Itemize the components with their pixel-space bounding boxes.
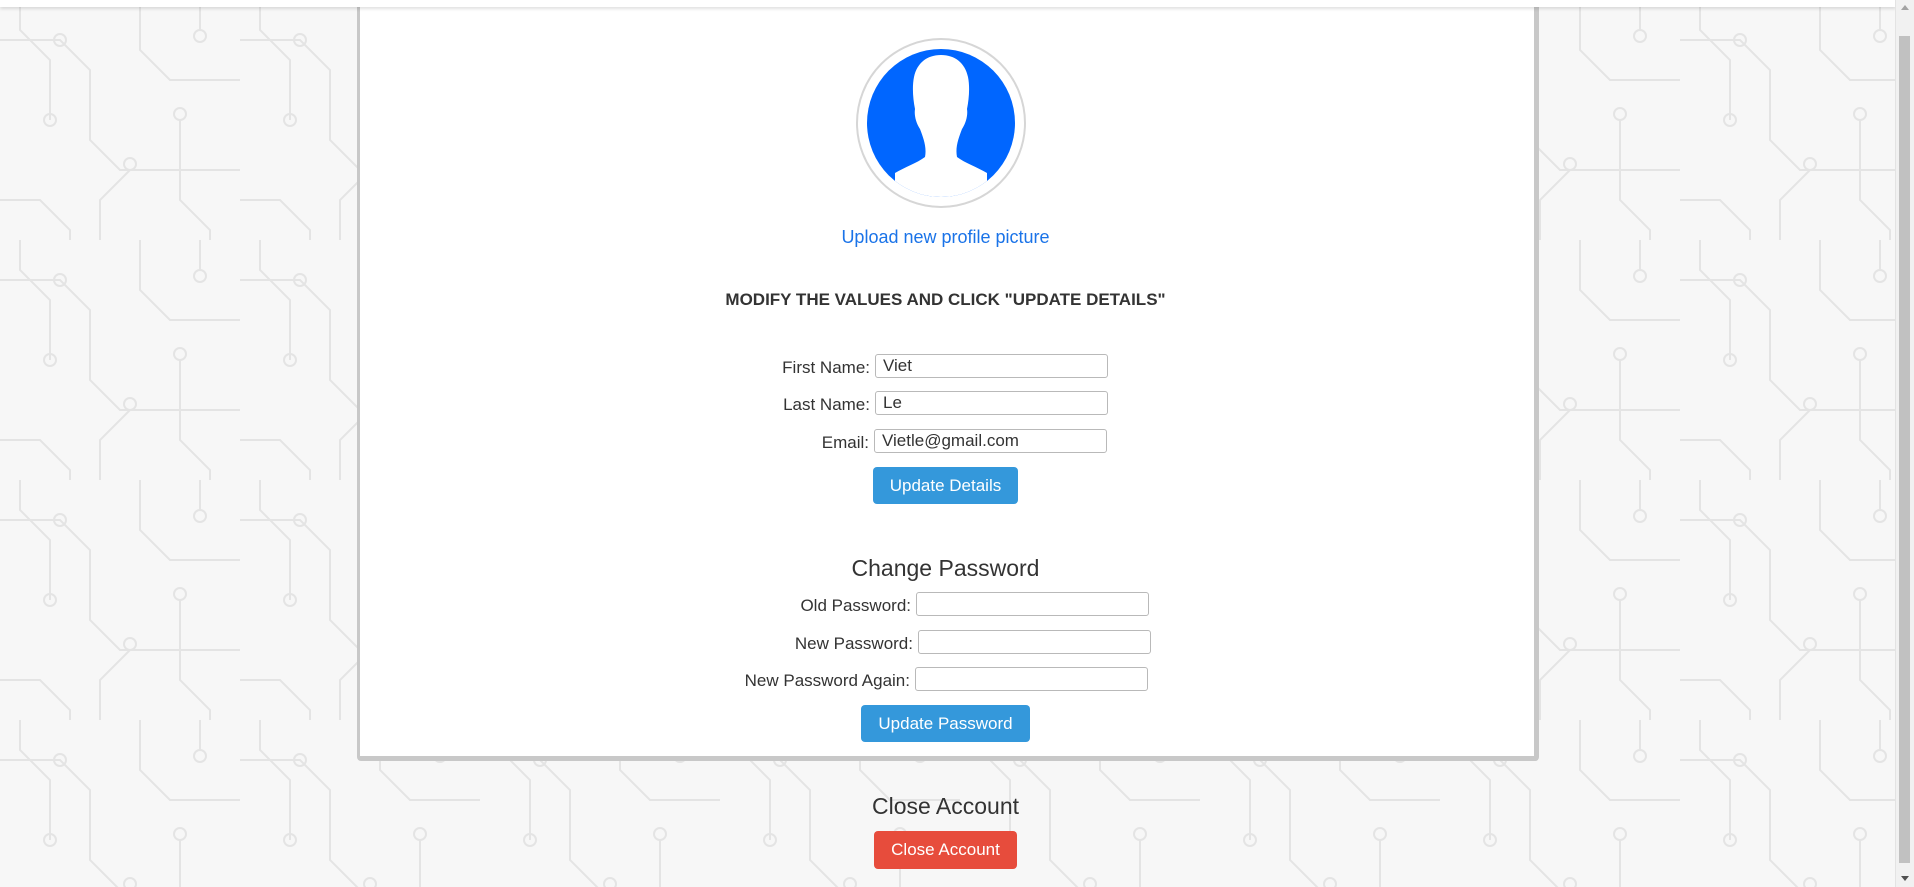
scroll-up-arrow-icon[interactable] [1901, 5, 1909, 10]
close-account-button[interactable]: Close Account [874, 831, 1017, 869]
last-name-label: Last Name: [783, 395, 870, 414]
new-password-again-row: New Password Again: [0, 667, 1891, 693]
new-password-field[interactable] [918, 630, 1151, 654]
last-name-field[interactable] [875, 391, 1108, 415]
email-field[interactable] [874, 429, 1107, 453]
old-password-field[interactable] [916, 592, 1149, 616]
form-instructions: MODIFY THE VALUES AND CLICK "UPDATE DETA… [725, 290, 1166, 309]
first-name-label: First Name: [782, 358, 870, 377]
profile-avatar [856, 38, 1026, 208]
change-password-heading: Change Password [851, 555, 1040, 581]
first-name-row: First Name: [0, 354, 1891, 380]
top-navigation-bar [0, 0, 1896, 7]
new-password-label: New Password: [794, 634, 913, 653]
scroll-down-arrow-icon[interactable] [1901, 876, 1909, 881]
close-account-heading: Close Account [871, 793, 1020, 819]
update-password-button[interactable]: Update Password [861, 705, 1030, 742]
new-password-again-label: New Password Again: [744, 671, 910, 690]
vertical-scrollbar[interactable] [1895, 0, 1914, 887]
new-password-row: New Password: [0, 630, 1891, 656]
email-label: Email: [821, 433, 869, 452]
email-row: Email: [0, 429, 1891, 455]
upload-profile-picture-link[interactable]: Upload new profile picture [0, 227, 1891, 248]
last-name-row: Last Name: [0, 391, 1891, 417]
old-password-row: Old Password: [0, 592, 1891, 618]
first-name-field[interactable] [875, 354, 1108, 378]
new-password-again-field[interactable] [915, 667, 1148, 691]
scrollbar-thumb[interactable] [1899, 36, 1910, 863]
person-silhouette-icon [867, 49, 1015, 197]
old-password-label: Old Password: [800, 596, 911, 615]
update-details-button[interactable]: Update Details [873, 467, 1018, 504]
